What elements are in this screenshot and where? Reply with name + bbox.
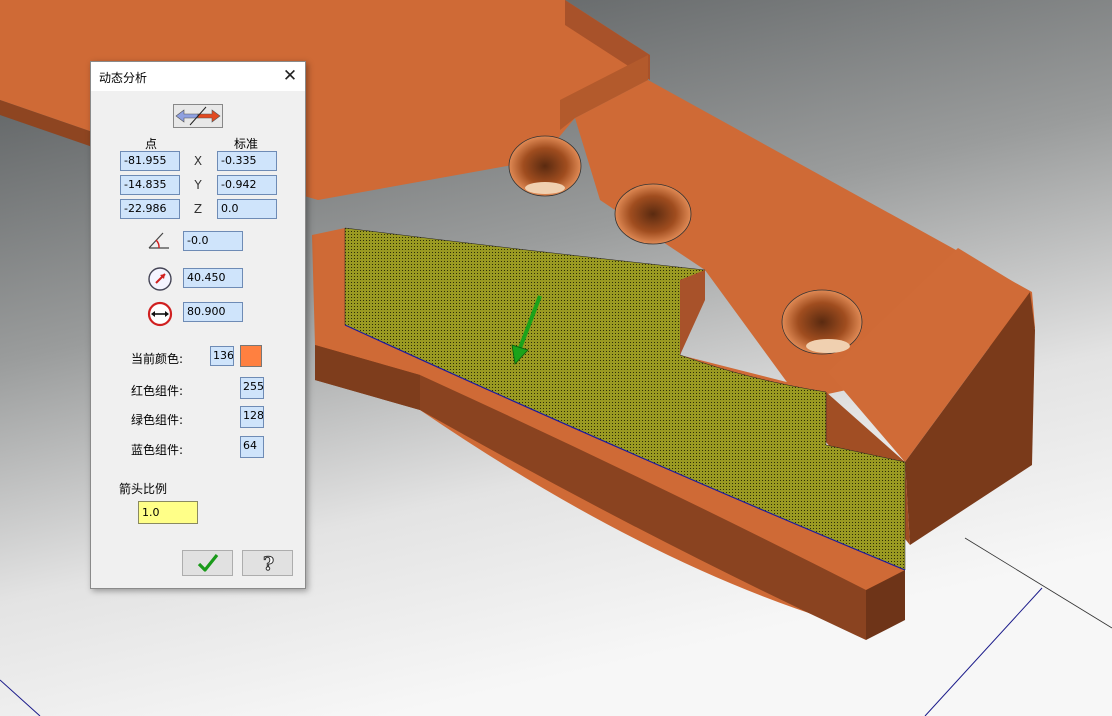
hole-1 bbox=[508, 135, 582, 197]
double-arrow-icon[interactable] bbox=[173, 104, 223, 128]
point-y-field[interactable]: -14.835 bbox=[120, 175, 180, 195]
normal-z-field[interactable]: 0.0 bbox=[217, 199, 277, 219]
normal-header: 标准 bbox=[234, 137, 259, 151]
hole-2 bbox=[614, 183, 692, 245]
blue-component-label: 蓝色组件: bbox=[131, 443, 184, 457]
arrow-scale-field[interactable]: 1.0 bbox=[138, 501, 198, 524]
title-bar: 动态分析 ✕ bbox=[91, 62, 305, 91]
radius-gauge-icon bbox=[147, 266, 173, 292]
axis-z-label: Z bbox=[193, 202, 203, 216]
close-icon[interactable]: ✕ bbox=[275, 62, 305, 91]
help-button[interactable]: ? bbox=[242, 550, 293, 576]
current-color-swatch[interactable] bbox=[240, 345, 262, 367]
dynamic-analysis-dialog: 动态分析 ✕ 点 标准 -81.955 -14.835 -22.986 X Y … bbox=[90, 61, 306, 589]
point-header: 点 bbox=[145, 137, 158, 151]
green-component-field[interactable]: 128 bbox=[240, 406, 264, 428]
angle-field[interactable]: -0.0 bbox=[183, 231, 243, 251]
diameter-icon bbox=[147, 301, 173, 327]
green-component-label: 绿色组件: bbox=[131, 413, 184, 427]
dialog-title: 动态分析 bbox=[99, 71, 148, 85]
axis-y-label: Y bbox=[194, 178, 202, 192]
hole-3 bbox=[781, 289, 863, 355]
current-color-index-field[interactable]: 136 bbox=[210, 346, 234, 366]
blue-component-field[interactable]: 64 bbox=[240, 436, 264, 458]
current-color-label: 当前颜色: bbox=[131, 352, 184, 366]
diameter-field[interactable]: 80.900 bbox=[183, 302, 243, 322]
ok-button[interactable] bbox=[182, 550, 233, 576]
arrow-scale-label: 箭头比例 bbox=[119, 482, 168, 496]
axis-x-label: X bbox=[193, 154, 203, 168]
check-icon bbox=[196, 554, 220, 577]
radius-field[interactable]: 40.450 bbox=[183, 268, 243, 288]
normal-y-field[interactable]: -0.942 bbox=[217, 175, 277, 195]
red-component-label: 红色组件: bbox=[131, 384, 184, 398]
red-component-field[interactable]: 255 bbox=[240, 377, 264, 399]
angle-icon bbox=[147, 230, 171, 252]
help-question-icon: ? bbox=[256, 553, 280, 577]
normal-x-field[interactable]: -0.335 bbox=[217, 151, 277, 171]
point-z-field[interactable]: -22.986 bbox=[120, 199, 180, 219]
svg-text:?: ? bbox=[263, 553, 274, 574]
point-x-field[interactable]: -81.955 bbox=[120, 151, 180, 171]
